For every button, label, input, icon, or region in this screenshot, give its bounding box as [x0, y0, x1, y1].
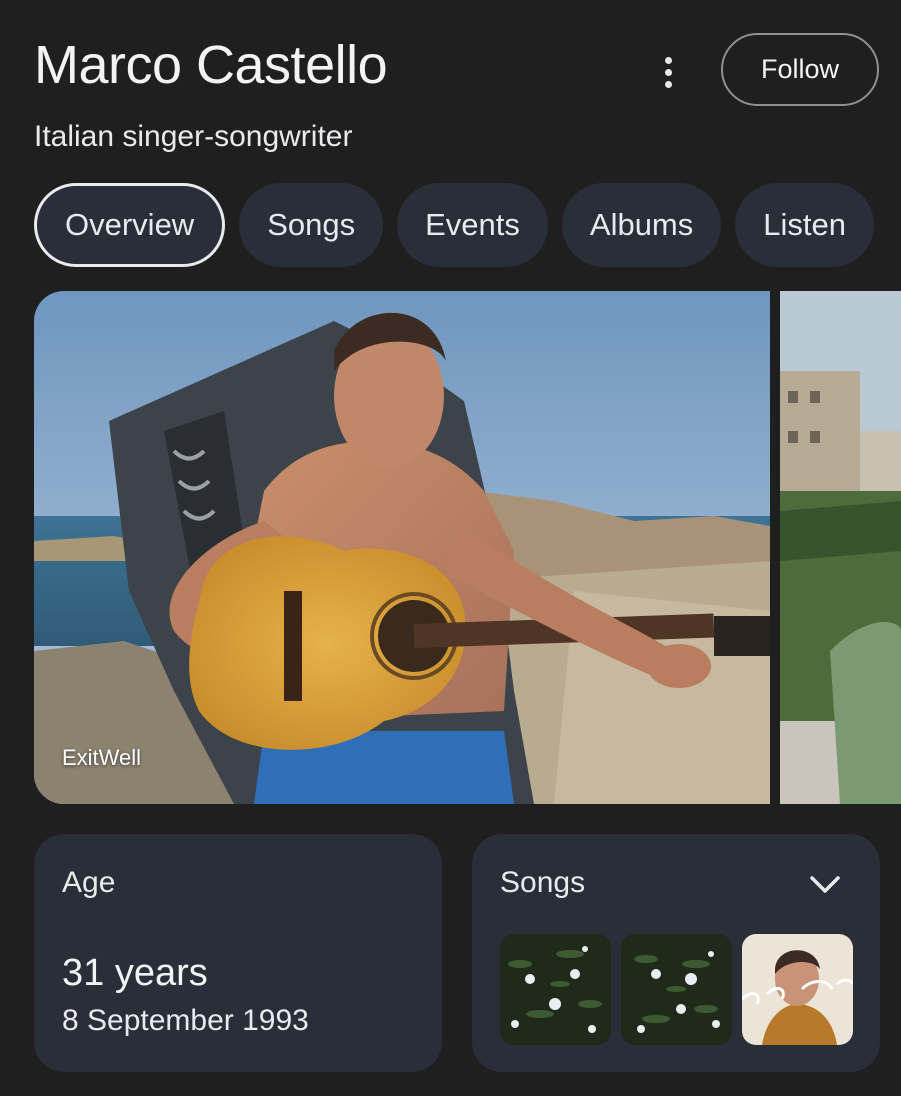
artist-photo-image [34, 291, 770, 804]
artist-photo-secondary-image [780, 291, 901, 804]
tab-events[interactable]: Events [397, 183, 548, 267]
tab-albums[interactable]: Albums [561, 183, 722, 267]
artist-subtitle: Italian singer-songwriter [34, 120, 353, 153]
tab-bar: Overview Songs Events Albums Listen [34, 183, 874, 267]
song-thumbnail-1[interactable] [500, 934, 611, 1045]
tab-overview[interactable]: Overview [34, 183, 226, 267]
songs-label: Songs [500, 866, 586, 899]
age-value: 31 years [62, 952, 208, 994]
more-vert-dot [664, 68, 672, 76]
song-cover-image [500, 934, 611, 1045]
song-thumbnails [500, 934, 853, 1045]
more-vert-dot [664, 80, 672, 88]
song-thumbnail-2[interactable] [621, 934, 732, 1045]
photo-credit: ExitWell [62, 745, 142, 770]
songs-card[interactable]: Songs [472, 834, 880, 1072]
song-cover-image [742, 934, 853, 1045]
artist-title: Marco Castello [34, 35, 388, 95]
tab-songs[interactable]: Songs [239, 183, 384, 267]
age-card[interactable]: Age 31 years 8 September 1993 [34, 834, 442, 1072]
more-options-button[interactable] [646, 50, 690, 94]
song-thumbnail-3[interactable] [742, 934, 853, 1045]
chevron-down-icon[interactable] [808, 872, 842, 896]
artist-photo-main[interactable]: ExitWell [34, 291, 770, 804]
birth-date: 8 September 1993 [62, 1004, 309, 1037]
more-vert-icon [664, 56, 672, 64]
song-cover-image [621, 934, 732, 1045]
tab-listen[interactable]: Listen [735, 183, 874, 267]
artist-photo-secondary[interactable] [780, 291, 901, 804]
follow-button[interactable]: Follow [721, 33, 879, 106]
age-label: Age [62, 866, 116, 899]
